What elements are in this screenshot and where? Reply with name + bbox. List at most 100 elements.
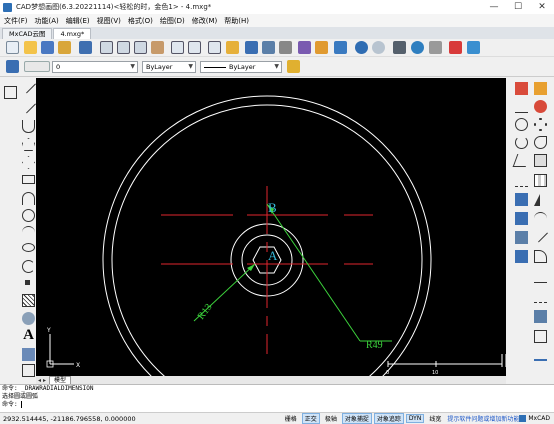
ortho-toggle[interactable]: 正交 bbox=[301, 413, 320, 424]
point-icon[interactable] bbox=[25, 280, 30, 285]
stretch-icon[interactable] bbox=[534, 348, 547, 361]
move-icon[interactable] bbox=[534, 118, 547, 131]
scale-icon[interactable] bbox=[534, 154, 547, 167]
feedback-link[interactable]: 提示软件问题或增加新功能 bbox=[447, 414, 519, 423]
menu-edit[interactable]: 编辑(E) bbox=[66, 16, 90, 26]
linear-dimension-icon[interactable] bbox=[515, 174, 528, 187]
polygon-icon[interactable] bbox=[22, 138, 35, 151]
rectangle-select-icon[interactable] bbox=[4, 86, 17, 99]
object-snap-toggle[interactable]: 对象捕捉 bbox=[341, 413, 372, 424]
drawing-canvas[interactable]: B A R13 R49 Y X 0 10 bbox=[36, 78, 507, 424]
table-icon[interactable] bbox=[315, 41, 328, 54]
save-icon[interactable] bbox=[41, 41, 54, 54]
image-icon[interactable] bbox=[298, 41, 311, 54]
ellipse-icon[interactable] bbox=[22, 243, 35, 252]
pdf-export-icon[interactable] bbox=[449, 41, 462, 54]
text-icon[interactable]: A bbox=[22, 328, 35, 343]
zoom-extents-icon[interactable] bbox=[117, 41, 130, 54]
close-button[interactable]: ✕ bbox=[530, 0, 554, 14]
rectangle-icon[interactable] bbox=[22, 175, 35, 184]
menu-help[interactable]: 帮助(H) bbox=[224, 16, 249, 26]
arc-measure-icon[interactable] bbox=[515, 136, 528, 149]
tab-nav-right-icon[interactable]: ▸ bbox=[43, 377, 46, 384]
picture-export-icon[interactable] bbox=[467, 41, 480, 54]
trim-icon[interactable] bbox=[533, 227, 548, 243]
layer-select[interactable]: 0 ▼ bbox=[52, 61, 138, 73]
undo-icon[interactable] bbox=[355, 41, 368, 54]
zoom-window-icon[interactable] bbox=[100, 41, 113, 54]
diamond-shape-icon[interactable] bbox=[22, 156, 35, 169]
hatch-icon[interactable] bbox=[22, 294, 35, 307]
layer-state-icons[interactable] bbox=[24, 61, 50, 72]
angle-icon[interactable] bbox=[512, 154, 531, 167]
block-icon[interactable] bbox=[279, 41, 292, 54]
save-all-icon[interactable] bbox=[79, 41, 92, 54]
tab-nav-left-icon[interactable]: ◂ bbox=[38, 377, 41, 384]
maximize-button[interactable]: ☐ bbox=[506, 0, 530, 14]
arc-icon[interactable] bbox=[22, 192, 35, 205]
layers-panel-icon[interactable] bbox=[262, 41, 275, 54]
eraser-icon[interactable] bbox=[515, 82, 528, 95]
new-file-icon[interactable] bbox=[6, 41, 19, 54]
measure-icon[interactable] bbox=[171, 41, 184, 54]
menu-file[interactable]: 文件(F) bbox=[4, 16, 28, 26]
send-back-icon[interactable] bbox=[515, 250, 528, 263]
copy-icon[interactable] bbox=[534, 100, 547, 113]
extend-icon[interactable] bbox=[534, 270, 547, 283]
polyline-icon[interactable] bbox=[22, 120, 35, 133]
table-insert-icon[interactable] bbox=[22, 364, 35, 377]
tab-mxcad-cloud[interactable]: MxCAD云图 bbox=[2, 28, 53, 39]
object-track-toggle[interactable]: 对象追踪 bbox=[373, 413, 404, 424]
explode-icon[interactable] bbox=[534, 310, 547, 323]
join-icon[interactable] bbox=[534, 330, 547, 343]
layer-down-icon[interactable] bbox=[515, 212, 528, 225]
menu-function[interactable]: 功能(A) bbox=[35, 16, 59, 26]
globe-icon[interactable] bbox=[411, 41, 424, 54]
layer-up-icon[interactable] bbox=[515, 193, 528, 206]
distance-icon[interactable] bbox=[515, 100, 528, 113]
print-icon[interactable] bbox=[393, 41, 406, 54]
inquiry-icon[interactable] bbox=[188, 41, 201, 54]
properties-icon[interactable] bbox=[245, 41, 258, 54]
horizontal-scrollbar[interactable] bbox=[36, 376, 506, 384]
settings-icon[interactable] bbox=[429, 41, 442, 54]
minimize-button[interactable]: — bbox=[482, 0, 506, 14]
break-icon[interactable] bbox=[534, 290, 547, 303]
ellipse-arc-icon[interactable] bbox=[22, 260, 35, 273]
tab-4-mxg[interactable]: 4.mxg* bbox=[53, 28, 92, 39]
mirror-icon[interactable] bbox=[534, 193, 547, 206]
spline-icon[interactable] bbox=[22, 226, 35, 239]
rotate-icon[interactable] bbox=[534, 136, 547, 149]
color-select[interactable]: ByLayer ▼ bbox=[142, 61, 196, 73]
pan-hand-icon[interactable] bbox=[151, 41, 164, 54]
fillet-icon[interactable] bbox=[534, 250, 547, 263]
open-file-icon[interactable] bbox=[24, 41, 37, 54]
menu-view[interactable]: 视图(V) bbox=[97, 16, 121, 26]
zoom-previous-icon[interactable] bbox=[134, 41, 147, 54]
pencil-edit-icon[interactable] bbox=[534, 82, 547, 95]
linetype-select[interactable]: ByLayer ▼ bbox=[200, 61, 282, 73]
layer-manager-icon[interactable] bbox=[6, 60, 19, 73]
menu-modify[interactable]: 修改(M) bbox=[192, 16, 218, 26]
cut-icon[interactable] bbox=[334, 41, 347, 54]
region-icon[interactable] bbox=[22, 312, 35, 325]
pencil-icon[interactable] bbox=[287, 60, 300, 73]
match-properties-icon[interactable] bbox=[226, 41, 239, 54]
menu-draw[interactable]: 绘图(D) bbox=[160, 16, 185, 26]
circle-icon[interactable] bbox=[22, 209, 35, 222]
array-icon[interactable] bbox=[534, 174, 547, 187]
polar-toggle[interactable]: 极轴 bbox=[322, 413, 340, 424]
select-icon[interactable] bbox=[208, 41, 221, 54]
offset-icon[interactable] bbox=[534, 212, 547, 225]
redo-icon[interactable] bbox=[372, 41, 385, 54]
open-folder-icon[interactable] bbox=[58, 41, 71, 54]
line-icon[interactable] bbox=[21, 78, 36, 94]
insert-image-icon[interactable] bbox=[22, 348, 35, 361]
lineweight-toggle[interactable]: 线宽 bbox=[426, 413, 444, 424]
dyn-toggle[interactable]: DYN bbox=[405, 414, 425, 423]
menu-format[interactable]: 格式(O) bbox=[128, 16, 153, 26]
command-input-row[interactable]: 命令: bbox=[2, 401, 554, 409]
circle-measure-icon[interactable] bbox=[515, 118, 528, 131]
bring-front-icon[interactable] bbox=[515, 231, 528, 244]
construction-line-icon[interactable] bbox=[21, 98, 36, 114]
